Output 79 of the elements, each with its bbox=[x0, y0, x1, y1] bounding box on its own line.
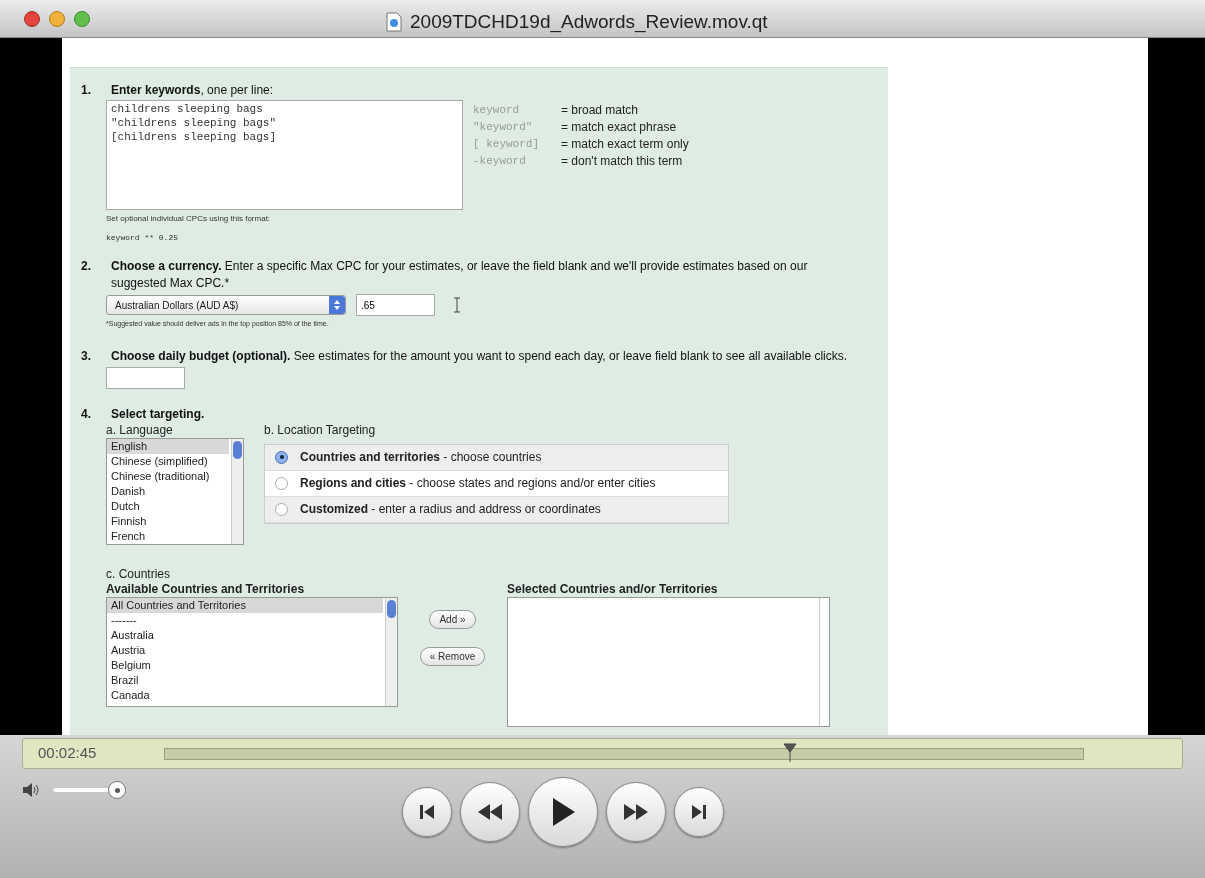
list-box[interactable]: English Chinese (simplified) Chinese (traditional) Danish Dutch Finnish French bbox=[106, 437, 244, 545]
section-label: a. Language bbox=[106, 422, 174, 438]
volume-thumb[interactable] bbox=[108, 781, 126, 799]
step-number: 1. bbox=[81, 82, 92, 99]
step-number: 2. bbox=[81, 258, 92, 275]
list-item[interactable]: Belgium bbox=[107, 657, 383, 673]
skip-back-button[interactable] bbox=[402, 787, 452, 837]
fast-forward-icon bbox=[623, 804, 649, 820]
location-option[interactable]: Customized - enter a radius and address or coordinates bbox=[265, 496, 728, 523]
currency-select[interactable]: Australian Dollars (AUD A$) bbox=[106, 295, 346, 315]
rewind-button[interactable] bbox=[460, 782, 520, 842]
rewind-icon bbox=[477, 804, 503, 820]
list-item[interactable]: Chinese (simplified) bbox=[107, 453, 229, 469]
play-icon bbox=[550, 797, 576, 827]
keyword-line: childrens sleeping bags bbox=[111, 102, 264, 116]
text-cursor-icon bbox=[453, 297, 461, 313]
step-instruction: Enter keywords, one per line: bbox=[111, 82, 274, 99]
example-text: keyword ** 0.25 bbox=[106, 232, 179, 244]
keyword-line: [childrens sleeping bags] bbox=[111, 130, 278, 144]
budget-field[interactable] bbox=[106, 366, 185, 389]
radio-button[interactable] bbox=[275, 450, 288, 464]
syntax-example: keyword bbox=[473, 103, 521, 118]
list-item[interactable]: Finnish bbox=[107, 513, 229, 529]
progress-track[interactable] bbox=[164, 742, 1084, 765]
skip-forward-icon bbox=[690, 803, 708, 821]
legend-meaning: = broad match bbox=[561, 102, 639, 119]
list-item[interactable]: French bbox=[107, 528, 229, 544]
window-title: 2009TDCHD19d_Adwords_Review.mov.qt bbox=[410, 10, 768, 35]
list-item[interactable]: All Countries and Territories bbox=[107, 597, 383, 613]
radio-button[interactable] bbox=[275, 476, 288, 490]
list-box[interactable]: All Countries and Territories ------- Australia Austria Belgium Brazil Canada bbox=[106, 596, 398, 707]
list-item[interactable]: Chinese (traditional) bbox=[107, 468, 229, 484]
step-number: 4. bbox=[81, 405, 92, 423]
playhead[interactable] bbox=[782, 742, 797, 763]
stepper-icon bbox=[329, 296, 345, 314]
location-option[interactable]: Countries and territories - choose countries bbox=[265, 444, 728, 471]
zoom-button[interactable] bbox=[74, 10, 90, 27]
play-button[interactable] bbox=[528, 777, 598, 847]
radio-button[interactable] bbox=[275, 502, 288, 516]
step-number: 3. bbox=[81, 347, 92, 365]
step-instruction: Select targeting. bbox=[111, 405, 205, 423]
location-option[interactable]: Regions and cities - choose states and regions and/or enter cities bbox=[265, 470, 728, 497]
section-label: b. Location Targeting bbox=[264, 422, 377, 438]
skip-forward-button[interactable] bbox=[674, 787, 724, 837]
minimize-button[interactable] bbox=[49, 10, 65, 27]
list-item[interactable]: Dutch bbox=[107, 498, 229, 514]
step-instruction: Choose a currency. Enter a specific Max CPC for your estimates, or leave the field blank and we'll provide estimates based on our suggested Max CPC.* bbox=[111, 258, 809, 292]
close-button[interactable] bbox=[24, 10, 40, 27]
document-icon bbox=[386, 12, 402, 33]
list-item[interactable]: English bbox=[107, 438, 229, 454]
list-item[interactable]: Austria bbox=[107, 642, 383, 658]
max-cpc-field[interactable]: .65 bbox=[356, 294, 435, 316]
selected-list-box[interactable] bbox=[507, 596, 830, 727]
fast-forward-button[interactable] bbox=[606, 782, 666, 842]
syntax-example: -keyword bbox=[473, 154, 527, 169]
syntax-example: "keyword" bbox=[473, 120, 534, 135]
legend-meaning: = match exact phrase bbox=[561, 119, 677, 136]
remove-button[interactable]: « Remove bbox=[419, 646, 486, 666]
add-button[interactable]: Add » bbox=[429, 609, 476, 629]
scrollbar[interactable] bbox=[231, 438, 243, 544]
keywords-textarea[interactable]: childrens sleeping bags "childrens sleeping bags" [childrens sleeping bags] bbox=[106, 100, 463, 210]
legend-meaning: = don't match this term bbox=[561, 153, 683, 170]
section-label: c. Countries bbox=[106, 566, 172, 582]
syntax-example: [ keyword] bbox=[473, 137, 540, 152]
list-item[interactable]: Australia bbox=[107, 627, 383, 643]
list-heading: Selected Countries and/or Territories bbox=[507, 581, 719, 597]
time-display: 00:02:45 bbox=[37, 743, 98, 764]
list-heading: Available Countries and Territories bbox=[106, 581, 306, 597]
scrollbar[interactable] bbox=[385, 597, 397, 706]
legend-meaning: = match exact term only bbox=[561, 136, 689, 153]
list-item[interactable]: Canada bbox=[107, 687, 383, 703]
list-item[interactable]: Danish bbox=[107, 483, 229, 499]
speaker-icon bbox=[22, 782, 40, 798]
list-item[interactable]: ------- bbox=[107, 612, 383, 628]
skip-back-icon bbox=[418, 803, 436, 821]
list-item[interactable]: Brazil bbox=[107, 672, 383, 688]
hint-text: Set optional individual CPCs using this format: bbox=[106, 213, 272, 225]
keyword-line: "childrens sleeping bags" bbox=[111, 116, 278, 130]
step-instruction: Choose daily budget (optional). See estimates for the amount you want to spend each day, or leave field blank to see all available clicks. bbox=[111, 347, 848, 365]
